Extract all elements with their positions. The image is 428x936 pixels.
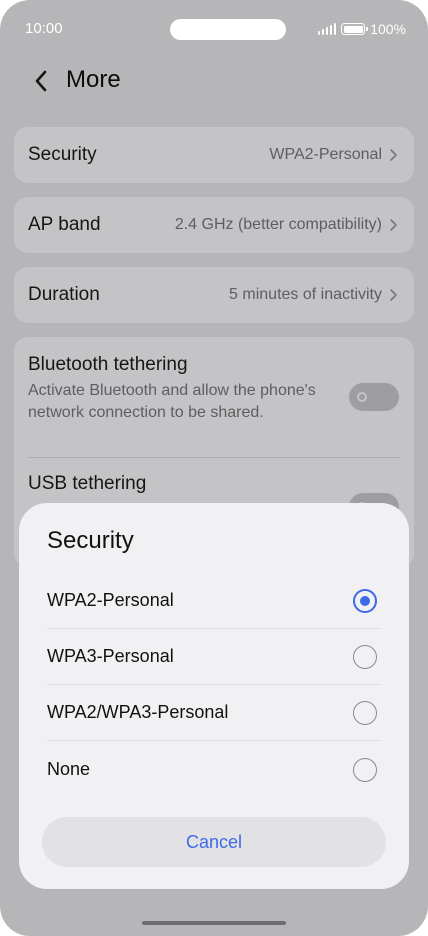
radio-unselected-icon[interactable] xyxy=(353,701,377,725)
radio-unselected-icon[interactable] xyxy=(353,645,377,669)
phone-screen: 10:00 100% More Security WPA2-Personal A… xyxy=(0,0,428,936)
usb-tethering-title: USB tethering xyxy=(28,473,147,494)
duration-value: 5 minutes of inactivity xyxy=(229,286,382,303)
bluetooth-tethering-switch[interactable] xyxy=(349,383,399,411)
bluetooth-tethering-description: Activate Bluetooth and allow the phone's… xyxy=(28,382,316,421)
duration-label: Duration xyxy=(28,284,100,305)
battery-icon xyxy=(341,23,369,35)
option-label: WPA2/WPA3-Personal xyxy=(47,702,229,722)
chevron-right-icon xyxy=(390,289,397,301)
signal-icon xyxy=(317,23,337,35)
security-row[interactable]: Security WPA2-Personal xyxy=(14,127,414,183)
security-label: Security xyxy=(28,144,97,165)
security-dialog: Security WPA2-Personal WPA3-Personal WPA… xyxy=(19,503,409,889)
duration-card[interactable]: Duration 5 minutes of inactivity xyxy=(14,267,414,323)
status-bar: 10:00 100% xyxy=(0,0,428,58)
option-none[interactable]: None xyxy=(19,742,409,798)
option-label: None xyxy=(47,759,91,779)
ap-band-label: AP band xyxy=(28,214,101,235)
home-indicator[interactable] xyxy=(142,921,286,925)
dialog-title: Security xyxy=(47,527,134,554)
security-value: WPA2-Personal xyxy=(269,146,382,163)
option-divider xyxy=(47,740,381,741)
status-time: 10:00 xyxy=(25,20,63,37)
status-icons: 100% xyxy=(317,19,406,39)
cancel-button[interactable]: Cancel xyxy=(42,817,386,867)
chevron-left-icon[interactable] xyxy=(30,68,54,94)
chevron-right-icon xyxy=(390,149,397,161)
app-header: More xyxy=(0,58,428,104)
option-wpa3-personal[interactable]: WPA3-Personal xyxy=(19,629,409,685)
duration-row[interactable]: Duration 5 minutes of inactivity xyxy=(14,267,414,323)
ap-band-row[interactable]: AP band 2.4 GHz (better compatibility) xyxy=(14,197,414,253)
battery-percent: 100% xyxy=(370,21,406,37)
chevron-right-icon xyxy=(390,219,397,231)
radio-unselected-icon[interactable] xyxy=(353,758,377,782)
divider xyxy=(28,457,400,458)
page-title: More xyxy=(66,66,121,93)
ap-band-card[interactable]: AP band 2.4 GHz (better compatibility) xyxy=(14,197,414,253)
option-label: WPA3-Personal xyxy=(47,646,174,666)
bluetooth-tethering-title: Bluetooth tethering xyxy=(28,354,188,375)
option-label: WPA2-Personal xyxy=(47,590,174,610)
ap-band-value: 2.4 GHz (better compatibility) xyxy=(174,216,382,233)
radio-selected-icon[interactable] xyxy=(353,589,377,613)
option-wpa2-personal[interactable]: WPA2-Personal xyxy=(19,573,409,629)
security-card[interactable]: Security WPA2-Personal xyxy=(14,127,414,183)
camera-island xyxy=(170,19,286,40)
option-wpa2-wpa3-personal[interactable]: WPA2/WPA3-Personal xyxy=(19,685,409,741)
